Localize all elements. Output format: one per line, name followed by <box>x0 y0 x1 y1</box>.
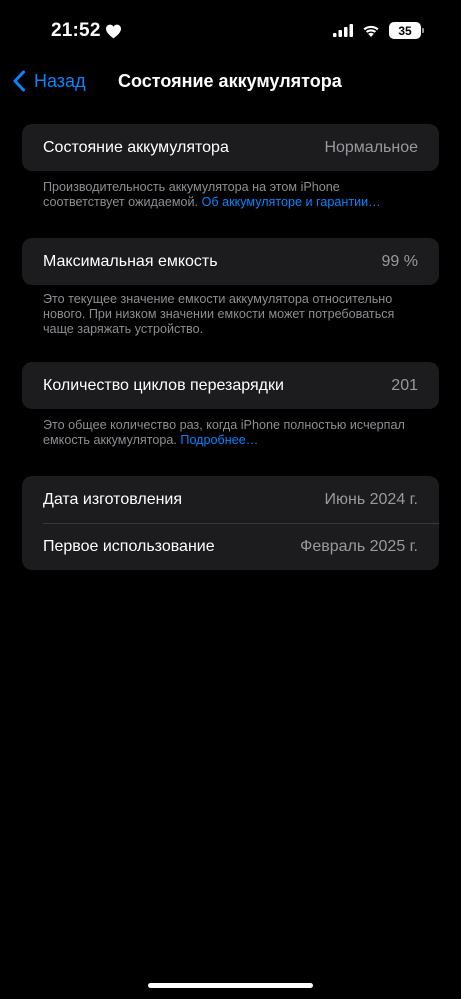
cycle-count-more-link[interactable]: Подробнее… <box>180 433 258 447</box>
status-time: 21:52 <box>51 20 101 41</box>
cycle-count-footnote: Это общее количество раз, когда iPhone п… <box>43 418 423 448</box>
back-label: Назад <box>34 70 86 91</box>
battery-health-footnote: Производительность аккумулятора на этом … <box>43 180 423 210</box>
max-capacity-label: Максимальная емкость <box>43 252 218 270</box>
back-button[interactable]: Назад <box>12 70 86 92</box>
battery-warranty-link[interactable]: Об аккумуляторе и гарантии… <box>202 195 381 209</box>
status-icons: 35 <box>333 22 424 39</box>
cellular-signal-icon <box>333 24 353 37</box>
status-bar: 21:52 35 <box>0 0 461 62</box>
first-use-row: Первое использование Февраль 2025 г. <box>22 523 439 570</box>
wifi-icon <box>363 25 379 37</box>
battery-icon: 35 <box>389 22 424 39</box>
first-use-value: Февраль 2025 г. <box>300 537 418 555</box>
max-capacity-row: Максимальная емкость 99 % <box>22 238 439 285</box>
battery-health-value: Нормальное <box>324 138 418 156</box>
max-capacity-group: Максимальная емкость 99 % <box>22 238 439 285</box>
max-capacity-footnote: Это текущее значение емкости аккумулятор… <box>43 292 395 336</box>
chevron-left-icon <box>13 70 25 92</box>
manufacture-date-value: Июнь 2024 г. <box>324 490 418 508</box>
battery-health-group: Состояние аккумулятора Нормальное <box>22 124 439 171</box>
home-indicator[interactable] <box>148 983 313 988</box>
battery-health-label: Состояние аккумулятора <box>43 138 229 156</box>
first-use-label: Первое использование <box>43 537 215 555</box>
max-capacity-value: 99 % <box>381 252 418 270</box>
manufacture-date-row: Дата изготовления Июнь 2024 г. <box>22 476 439 523</box>
cycle-count-label: Количество циклов перезарядки <box>43 376 284 394</box>
heart-icon <box>105 24 121 38</box>
page-title: Состояние аккумулятора <box>118 71 342 91</box>
cycle-count-row: Количество циклов перезарядки 201 <box>22 362 439 409</box>
navigation-bar: Назад Состояние аккумулятора <box>0 62 461 102</box>
cycle-count-group: Количество циклов перезарядки 201 <box>22 362 439 409</box>
battery-health-row: Состояние аккумулятора Нормальное <box>22 124 439 171</box>
status-time-container: 21:52 <box>51 20 122 42</box>
dates-group: Дата изготовления Июнь 2024 г. Первое ис… <box>22 476 439 570</box>
row-divider <box>43 523 439 524</box>
battery-level: 35 <box>398 23 412 38</box>
cycle-count-value: 201 <box>391 376 418 394</box>
manufacture-date-label: Дата изготовления <box>43 490 183 508</box>
